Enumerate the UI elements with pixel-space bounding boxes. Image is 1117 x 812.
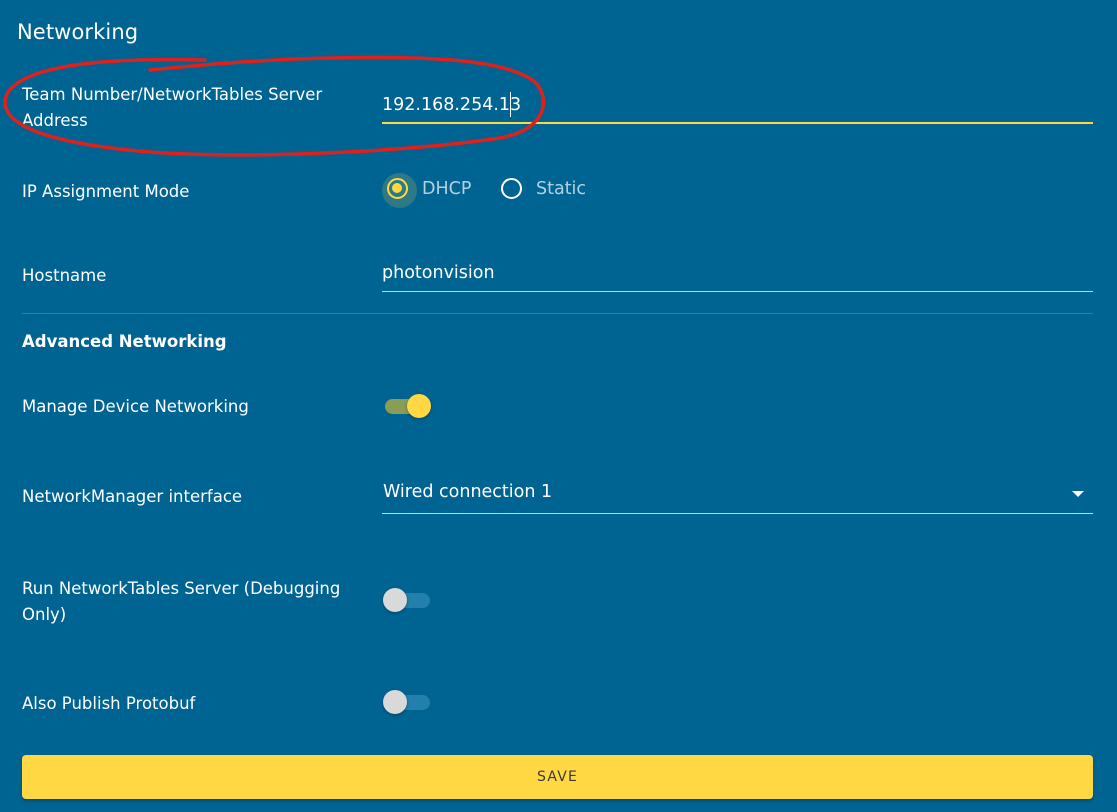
- radio-static[interactable]: Static: [501, 178, 586, 199]
- nm-interface-select[interactable]: Wired connection 1: [382, 478, 1093, 514]
- hostname-input[interactable]: [382, 256, 1093, 290]
- team-number-label-line1: Team Number/NetworkTables Server: [22, 85, 323, 104]
- publish-protobuf-label: Also Publish Protobuf: [22, 694, 196, 713]
- switch-thumb: [407, 394, 431, 418]
- team-number-label: Team Number/NetworkTables Server Address: [22, 82, 322, 134]
- publish-protobuf-switch[interactable]: [383, 689, 431, 715]
- switch-thumb: [383, 690, 407, 714]
- chevron-down-icon: [1072, 491, 1084, 497]
- run-nt-server-label: Run NetworkTables Server (Debugging Only…: [22, 576, 340, 628]
- manage-device-switch[interactable]: [383, 393, 431, 419]
- radio-dhcp[interactable]: DHCP: [382, 173, 472, 208]
- hostname-underline: [382, 291, 1093, 292]
- radio-dhcp-indicator: [382, 173, 417, 208]
- run-nt-server-label-line2: Only): [22, 605, 67, 624]
- run-nt-server-label-line1: Run NetworkTables Server (Debugging: [22, 579, 341, 598]
- hostname-label: Hostname: [22, 266, 107, 285]
- nm-interface-label: NetworkManager interface: [22, 487, 243, 506]
- networking-card: Networking Team Number/NetworkTables Ser…: [0, 0, 1117, 812]
- hostname-field[interactable]: [382, 256, 1093, 292]
- team-number-underline: [382, 122, 1093, 124]
- radio-focus-halo: [382, 173, 417, 208]
- manage-device-label: Manage Device Networking: [22, 397, 249, 416]
- radio-static-label: Static: [536, 178, 587, 199]
- ip-mode-label: IP Assignment Mode: [22, 182, 190, 201]
- radio-static-indicator: [501, 178, 522, 199]
- team-number-field[interactable]: [382, 88, 1093, 124]
- text-caret: [510, 92, 511, 117]
- advanced-networking-heading: Advanced Networking: [22, 332, 227, 351]
- radio-dhcp-label: DHCP: [422, 178, 472, 199]
- card-title: Networking: [17, 20, 139, 44]
- nm-interface-underline: [382, 513, 1093, 514]
- save-button[interactable]: SAVE: [22, 755, 1093, 799]
- section-divider: [22, 313, 1093, 314]
- switch-thumb: [383, 588, 407, 612]
- nm-interface-value: Wired connection 1: [383, 482, 553, 502]
- team-number-label-line2: Address: [22, 111, 88, 130]
- run-nt-server-switch[interactable]: [383, 587, 431, 613]
- team-number-input[interactable]: [382, 88, 1093, 122]
